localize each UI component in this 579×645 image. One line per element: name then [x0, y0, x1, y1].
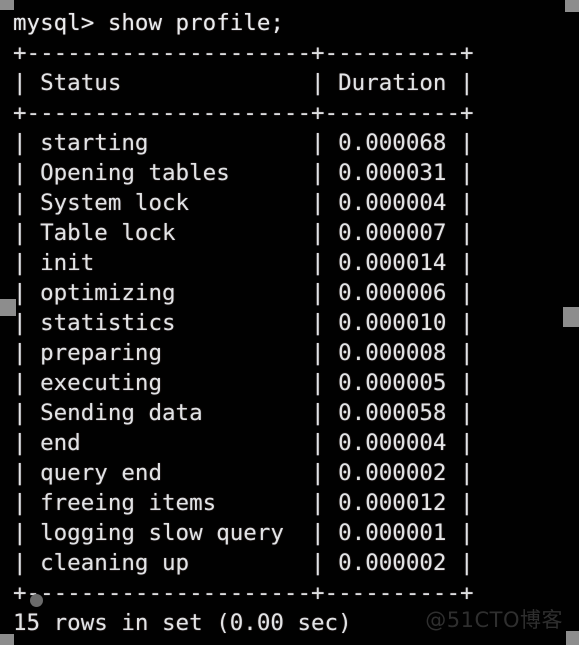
crop-handle-bottom-right[interactable] — [566, 631, 579, 645]
crop-handle-middle-right[interactable] — [563, 307, 579, 327]
crop-handle-top-left[interactable] — [0, 0, 14, 10]
table-row: | starting | 0.000068 | — [13, 130, 474, 156]
table-row: | cleaning up | 0.000002 | — [13, 550, 474, 576]
table-row: | optimizing | 0.000006 | — [13, 280, 474, 306]
table-row: | Sending data | 0.000058 | — [13, 400, 474, 426]
table-rule-header: +---------------------+----------+ — [13, 100, 474, 126]
terminal-window[interactable]: mysql> show profile; +------------------… — [0, 0, 579, 645]
command-prompt-line: mysql> show profile; — [13, 10, 284, 36]
table-row: | executing | 0.000005 | — [13, 370, 474, 396]
crop-handle-top-right[interactable] — [565, 0, 579, 12]
crop-handle-bottom-left[interactable] — [0, 634, 14, 645]
table-row: | Opening tables | 0.000031 | — [13, 160, 474, 186]
watermark-label: @51CTO博客 — [425, 608, 563, 632]
cursor-dot — [30, 594, 43, 607]
table-row: | Table lock | 0.000007 | — [13, 220, 474, 246]
table-row: | end | 0.000004 | — [13, 430, 474, 456]
table-row: | System lock | 0.000004 | — [13, 190, 474, 216]
table-row: | query end | 0.000002 | — [13, 460, 474, 486]
table-row: | logging slow query | 0.000001 | — [13, 520, 474, 546]
table-header-row: | Status | Duration | — [13, 70, 474, 96]
table-row: | statistics | 0.000010 | — [13, 310, 474, 336]
table-row: | freeing items | 0.000012 | — [13, 490, 474, 516]
table-row: | init | 0.000014 | — [13, 250, 474, 276]
table-rule-top: +---------------------+----------+ — [13, 40, 474, 66]
table-row: | preparing | 0.000008 | — [13, 340, 474, 366]
crop-handle-middle-left[interactable] — [0, 299, 16, 316]
